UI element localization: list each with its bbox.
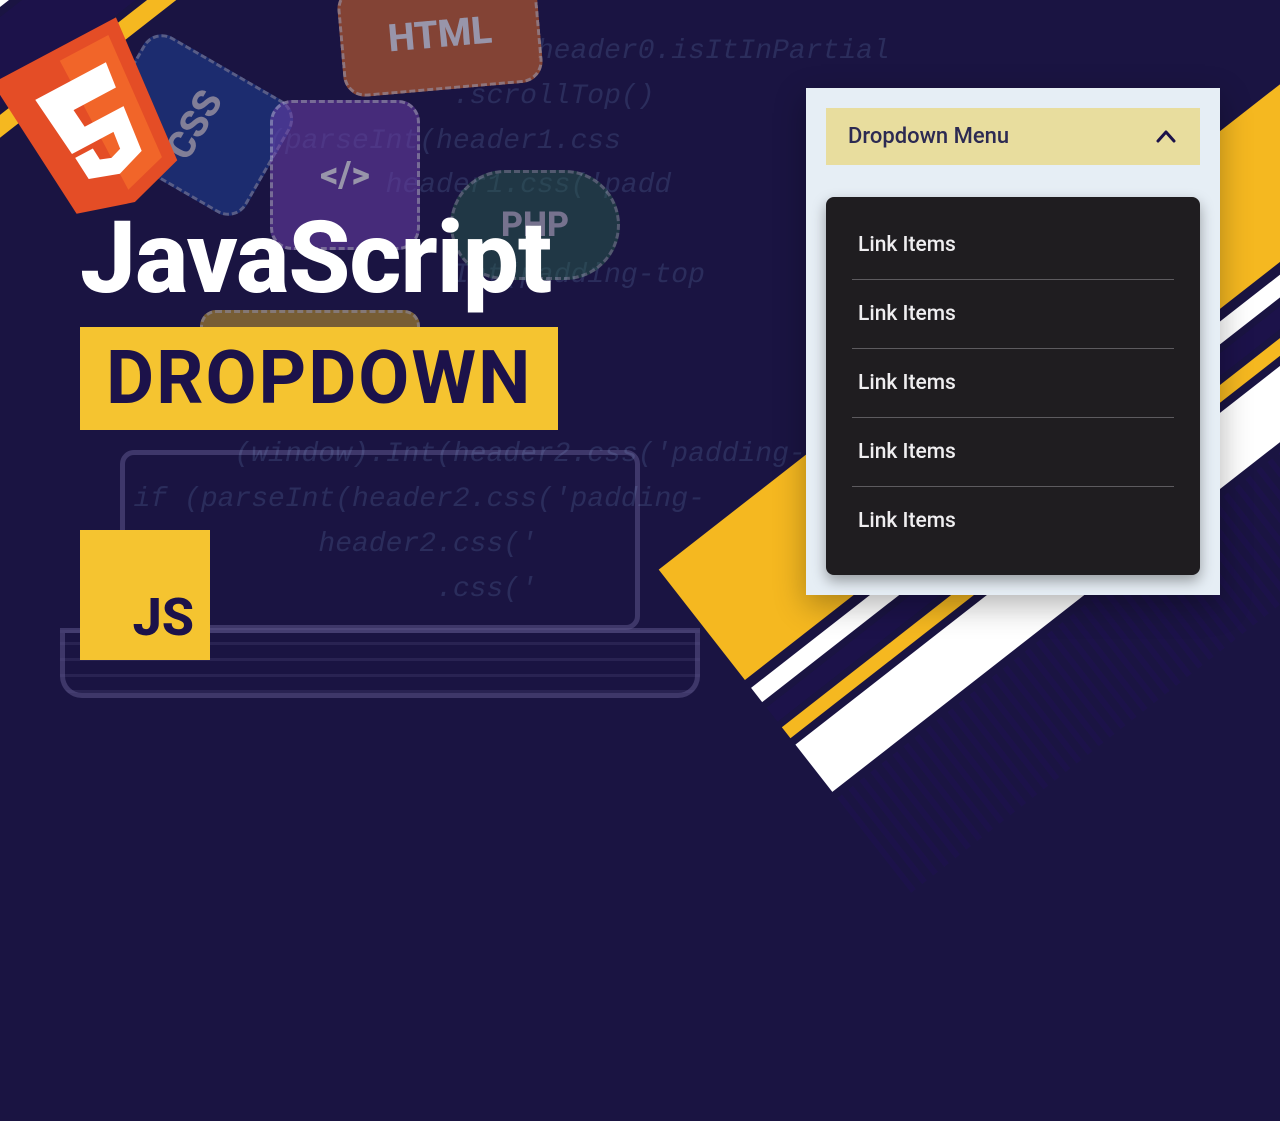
dropdown-item[interactable]: Link Items <box>852 487 1174 555</box>
js-badge: JS <box>80 530 210 660</box>
dropdown-item[interactable]: Link Items <box>852 280 1174 349</box>
dropdown-list: Link Items Link Items Link Items Link It… <box>826 197 1200 575</box>
chevron-up-icon <box>1154 125 1178 149</box>
dropdown-item[interactable]: Link Items <box>852 349 1174 418</box>
dropdown-toggle[interactable]: Dropdown Menu <box>826 108 1200 165</box>
title-main: JavaScript <box>80 200 558 317</box>
dropdown-panel: Dropdown Menu Link Items Link Items Link… <box>806 88 1220 595</box>
dropdown-item[interactable]: Link Items <box>852 211 1174 280</box>
js-badge-label: JS <box>133 587 194 648</box>
title-block: JavaScript DROPDOWN <box>80 200 558 430</box>
html-badge-icon: HTML <box>336 0 545 99</box>
dropdown-item[interactable]: Link Items <box>852 418 1174 487</box>
title-sub: DROPDOWN <box>80 327 558 430</box>
dropdown-header-label: Dropdown Menu <box>848 124 1009 149</box>
